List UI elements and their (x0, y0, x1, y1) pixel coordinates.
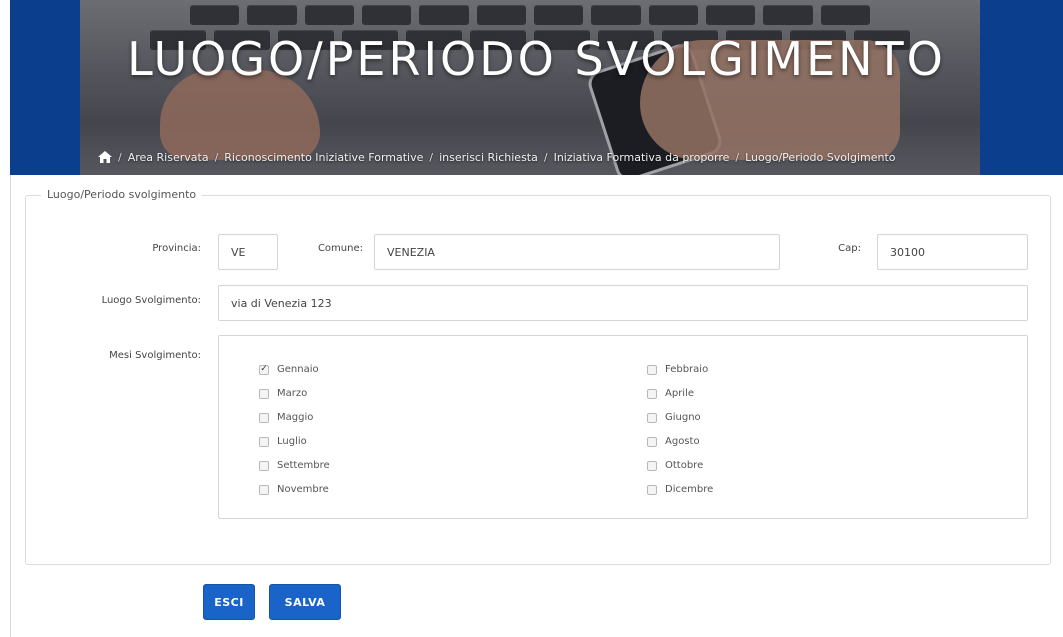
checkbox-novembre[interactable] (259, 484, 269, 495)
month-febbraio[interactable]: Febbraio (647, 364, 708, 375)
checkbox-settembre[interactable] (259, 460, 269, 471)
breadcrumb-item-inserisci-richiesta[interactable]: inserisci Richiesta (439, 151, 538, 164)
breadcrumb-separator: / (214, 150, 219, 164)
breadcrumb: / Area Riservata / Riconoscimento Inizia… (98, 148, 896, 166)
breadcrumb-separator: / (543, 150, 548, 164)
breadcrumb-separator: / (118, 150, 122, 164)
month-maggio[interactable]: Maggio (259, 412, 313, 423)
month-ottobre[interactable]: Ottobre (647, 460, 703, 471)
home-icon[interactable] (98, 151, 112, 163)
breadcrumb-separator: / (429, 150, 434, 164)
comune-label: Comune: (317, 243, 363, 254)
main-content: Luogo/Periodo svolgimento Provincia: VE … (10, 175, 1063, 637)
checkbox-marzo[interactable] (259, 388, 269, 399)
provincia-label: Provincia: (152, 243, 201, 254)
comune-input[interactable]: VENEZIA (374, 234, 780, 270)
luogo-label: Luogo Svolgimento: (101, 295, 201, 306)
checkbox-agosto[interactable] (647, 436, 657, 447)
checkbox-dicembre[interactable] (647, 484, 657, 495)
month-agosto[interactable]: Agosto (647, 436, 700, 447)
checkbox-maggio[interactable] (259, 412, 269, 423)
month-aprile[interactable]: Aprile (647, 388, 694, 399)
header-banner: LUOGO/PERIODO SVOLGIMENTO / Area Riserva… (10, 0, 1063, 175)
month-marzo[interactable]: Marzo (259, 388, 307, 399)
mesi-label: Mesi Svolgimento: (109, 350, 201, 361)
luogo-input[interactable]: via di Venezia 123 (218, 285, 1028, 321)
checkbox-febbraio[interactable] (647, 364, 657, 375)
breadcrumb-item-iniziativa-formativa[interactable]: Iniziativa Formativa da proporre (554, 151, 730, 164)
checkbox-aprile[interactable] (647, 388, 657, 399)
month-gennaio[interactable]: ✓ Gennaio (259, 364, 319, 375)
breadcrumb-item-current: Luogo/Periodo Svolgimento (745, 150, 896, 164)
breadcrumb-separator: / (735, 150, 740, 164)
checkbox-gennaio[interactable]: ✓ (259, 364, 269, 375)
provincia-input[interactable]: VE (218, 234, 278, 270)
month-luglio[interactable]: Luglio (259, 436, 307, 447)
fieldset-legend: Luogo/Periodo svolgimento (41, 188, 203, 201)
cap-label: Cap: (838, 243, 861, 254)
checkbox-giugno[interactable] (647, 412, 657, 423)
month-giugno[interactable]: Giugno (647, 412, 701, 423)
page-title: LUOGO/PERIODO SVOLGIMENTO (127, 32, 946, 86)
month-dicembre[interactable]: Dicembre (647, 484, 713, 495)
salva-button[interactable]: SALVA (269, 584, 341, 620)
breadcrumb-item-riconoscimento[interactable]: Riconoscimento Iniziative Formative (224, 151, 423, 164)
esci-button[interactable]: ESCI (203, 584, 255, 620)
month-settembre[interactable]: Settembre (259, 460, 330, 471)
months-box: ✓ Gennaio Marzo Maggio Luglio Settembre … (218, 335, 1028, 519)
checkbox-ottobre[interactable] (647, 460, 657, 471)
checkbox-luglio[interactable] (259, 436, 269, 447)
breadcrumb-item-area-riservata[interactable]: Area Riservata (128, 151, 209, 164)
cap-input[interactable]: 30100 (877, 234, 1028, 270)
month-novembre[interactable]: Novembre (259, 484, 329, 495)
